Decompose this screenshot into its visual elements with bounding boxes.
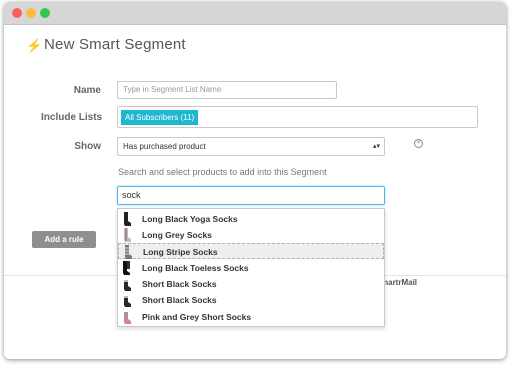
segment-name-input[interactable]: Type in Segment List Name [117, 81, 337, 99]
product-option-label: Pink and Grey Short Socks [142, 312, 252, 322]
page-title: New Smart Segment [44, 36, 186, 53]
brand-logo: martrMail [381, 278, 418, 287]
product-option-label: Long Black Yoga Socks [142, 214, 238, 224]
product-option-label: Short Black Socks [142, 279, 217, 289]
product-option-label: Long Stripe Socks [143, 247, 218, 257]
app-window: ⚡ New Smart Segment Name Type in Segment… [4, 2, 506, 359]
sock-thumbnail-icon [124, 296, 131, 307]
remove-rule-icon[interactable]: × [414, 139, 423, 148]
include-lists-field[interactable]: All Subscribers (11) [117, 106, 478, 128]
name-label: Name [73, 85, 101, 96]
product-option-label: Long Black Toeless Socks [142, 263, 249, 273]
product-search-value: sock [122, 190, 141, 200]
product-search-input[interactable]: sock [117, 186, 385, 205]
include-lists-label: Include Lists [41, 112, 103, 123]
sock-thumbnail-icon [125, 245, 132, 259]
maximize-window-button[interactable] [40, 8, 50, 18]
show-label: Show [74, 141, 101, 152]
window-titlebar [4, 2, 506, 25]
add-rule-button[interactable]: Add a rule [32, 231, 96, 248]
sock-thumbnail-icon [123, 261, 130, 275]
minimize-window-button[interactable] [26, 8, 36, 18]
product-option[interactable]: Pink and Grey Short Socks [118, 309, 384, 325]
product-option-label: Long Grey Socks [142, 230, 212, 240]
product-option[interactable]: Short Black Socks [118, 276, 384, 292]
lightning-icon: ⚡ [26, 38, 43, 53]
show-filter-value: Has purchased product [123, 142, 206, 151]
product-option-highlighted[interactable]: Long Stripe Socks [118, 243, 384, 259]
product-option[interactable]: Long Grey Socks [118, 227, 384, 243]
product-option[interactable]: Long Black Toeless Socks [118, 260, 384, 276]
sock-thumbnail-icon [124, 228, 131, 242]
select-arrows-icon: ▴▾ [372, 143, 380, 150]
sock-thumbnail-icon [124, 212, 131, 226]
list-tag-all-subscribers[interactable]: All Subscribers (11) [121, 110, 199, 125]
sock-thumbnail-icon [124, 312, 131, 324]
product-suggestions-dropdown: Long Black Yoga Socks Long Grey Socks Lo… [117, 208, 385, 327]
product-search-helper: Search and select products to add into t… [118, 167, 327, 177]
close-window-button[interactable] [12, 8, 22, 18]
product-option[interactable]: Short Black Socks [118, 292, 384, 308]
show-filter-select[interactable]: Has purchased product ▴▾ [117, 137, 385, 156]
segment-name-placeholder: Type in Segment List Name [123, 85, 222, 94]
product-option[interactable]: Long Black Yoga Socks [118, 211, 384, 227]
product-option-label: Short Black Socks [142, 295, 217, 305]
sock-thumbnail-icon [124, 280, 131, 291]
